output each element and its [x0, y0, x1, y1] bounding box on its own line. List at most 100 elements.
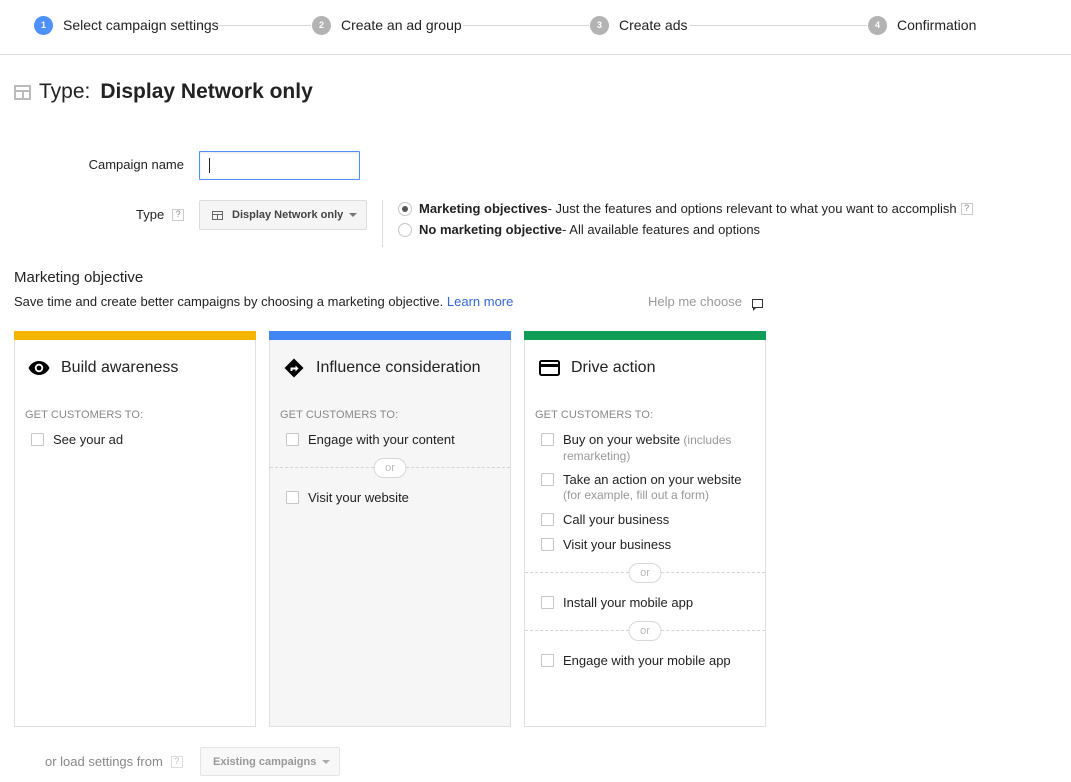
- or-label: or: [628, 621, 662, 641]
- or-divider: or: [525, 563, 765, 583]
- card-title: Build awareness: [61, 359, 179, 376]
- option-label: Engage with your mobile app: [563, 653, 731, 668]
- chevron-down-icon: [322, 759, 331, 764]
- radio-description: - Just the features and options relevant…: [547, 201, 957, 216]
- option-label: See your ad: [53, 432, 124, 447]
- card-title: Influence consideration: [316, 359, 481, 376]
- checkbox[interactable]: [541, 596, 554, 609]
- checkbox[interactable]: [286, 433, 299, 446]
- title-prefix: Type:: [39, 80, 91, 103]
- option-visit-website[interactable]: Visit your website: [286, 490, 501, 505]
- help-icon[interactable]: ?: [170, 755, 183, 768]
- objective-card-drive-action[interactable]: Drive action GET CUSTOMERS TO: Buy on yo…: [524, 331, 766, 727]
- step-confirmation: 4 Confirmation: [868, 15, 976, 35]
- description-text: Save time and create better campaigns by…: [14, 294, 444, 309]
- radio-title: Marketing objectives: [419, 201, 548, 216]
- get-customers-label: GET CUSTOMERS TO:: [535, 409, 654, 421]
- option-buy-on-website[interactable]: Buy on your website (includes remarketin…: [541, 432, 756, 464]
- radio-button[interactable]: [398, 222, 412, 237]
- help-me-choose-link[interactable]: Help me choose: [648, 294, 763, 311]
- step-label: Select campaign settings: [63, 17, 219, 33]
- checkbox[interactable]: [31, 433, 44, 446]
- option-label: Call your business: [563, 512, 670, 527]
- radio-description: - All available features and options: [562, 222, 761, 237]
- directions-icon: [283, 358, 305, 378]
- load-settings-text: or load settings from: [45, 754, 163, 769]
- type-label: Type: [136, 207, 165, 222]
- dropdown-value: Existing campaigns: [213, 755, 317, 768]
- campaign-name-label: Campaign name: [88, 157, 184, 172]
- credit-card-icon: [538, 358, 560, 378]
- or-divider: or: [270, 458, 510, 478]
- dropdown-value: Display Network only: [232, 209, 344, 221]
- step-create-ad-group: 2 Create an ad group: [312, 15, 462, 35]
- card-title: Drive action: [571, 359, 656, 376]
- card-color-bar: [524, 331, 766, 340]
- section-heading: Marketing objective: [14, 269, 144, 286]
- option-visit-business[interactable]: Visit your business: [541, 537, 756, 552]
- campaign-type-dropdown[interactable]: Display Network only: [199, 200, 367, 230]
- type-label-row: Type ?: [136, 207, 185, 222]
- option-label: Buy on your website: [563, 432, 681, 447]
- title-value: Display Network only: [100, 80, 313, 103]
- checkbox[interactable]: [541, 654, 554, 667]
- step-label: Create ads: [619, 17, 688, 33]
- option-sublabel: (for example, fill out a form): [563, 488, 710, 502]
- or-label: or: [373, 458, 407, 478]
- divider: [382, 200, 383, 247]
- page-title: Type: Display Network only: [14, 80, 313, 104]
- step-number: 1: [34, 15, 53, 35]
- radio-button[interactable]: [398, 201, 412, 216]
- option-label: Take an action on your website: [563, 472, 742, 487]
- checkbox[interactable]: [541, 473, 554, 486]
- option-label: Visit your business: [563, 537, 672, 552]
- option-call-business[interactable]: Call your business: [541, 512, 756, 527]
- step-connector: [217, 25, 311, 26]
- option-label: Engage with your content: [308, 432, 455, 447]
- radio-no-marketing-objective[interactable]: No marketing objective - All available f…: [398, 222, 760, 237]
- campaign-name-input[interactable]: [199, 151, 360, 180]
- eye-icon: [28, 358, 50, 378]
- help-icon[interactable]: ?: [960, 202, 973, 215]
- progress-stepper: 1 Select campaign settings 2 Create an a…: [0, 0, 1071, 55]
- step-label: Create an ad group: [341, 17, 462, 33]
- checkbox[interactable]: [541, 513, 554, 526]
- section-description: Save time and create better campaigns by…: [14, 294, 513, 309]
- learn-more-link[interactable]: Learn more: [447, 294, 513, 309]
- option-engage-with-mobile-app[interactable]: Engage with your mobile app: [541, 653, 756, 668]
- display-network-icon: [212, 210, 223, 220]
- step-number: 2: [312, 15, 331, 35]
- get-customers-label: GET CUSTOMERS TO:: [280, 409, 399, 421]
- layout-icon: [14, 84, 31, 100]
- radio-marketing-objectives[interactable]: Marketing objectives - Just the features…: [398, 201, 973, 216]
- card-color-bar: [269, 331, 511, 340]
- checkbox[interactable]: [541, 433, 554, 446]
- step-connector: [463, 25, 589, 26]
- option-label: Install your mobile app: [563, 595, 694, 610]
- step-connector: [690, 25, 867, 26]
- or-divider: or: [525, 621, 765, 641]
- option-take-action-on-website[interactable]: Take an action on your website (for exam…: [541, 472, 756, 503]
- checkbox[interactable]: [541, 538, 554, 551]
- option-see-your-ad[interactable]: See your ad: [31, 432, 246, 447]
- existing-campaigns-dropdown[interactable]: Existing campaigns: [200, 747, 340, 776]
- text-cursor: [209, 158, 210, 173]
- help-icon[interactable]: ?: [172, 208, 185, 221]
- option-label: Visit your website: [308, 490, 409, 505]
- step-number: 3: [590, 15, 609, 35]
- objective-card-build-awareness[interactable]: Build awareness GET CUSTOMERS TO: See yo…: [14, 331, 256, 727]
- or-label: or: [628, 563, 662, 583]
- radio-title: No marketing objective: [419, 222, 563, 237]
- load-settings-label: or load settings from ?: [45, 754, 183, 769]
- objective-card-influence-consideration[interactable]: Influence consideration GET CUSTOMERS TO…: [269, 331, 511, 727]
- step-number: 4: [868, 15, 887, 35]
- step-select-campaign-settings: 1 Select campaign settings: [34, 15, 219, 35]
- help-me-choose-label: Help me choose: [648, 294, 742, 309]
- step-label: Confirmation: [897, 17, 977, 33]
- option-engage-with-content[interactable]: Engage with your content: [286, 432, 501, 447]
- comment-icon: [751, 299, 763, 311]
- option-install-mobile-app[interactable]: Install your mobile app: [541, 595, 756, 610]
- step-create-ads: 3 Create ads: [590, 15, 687, 35]
- chevron-down-icon: [349, 213, 358, 217]
- checkbox[interactable]: [286, 491, 299, 504]
